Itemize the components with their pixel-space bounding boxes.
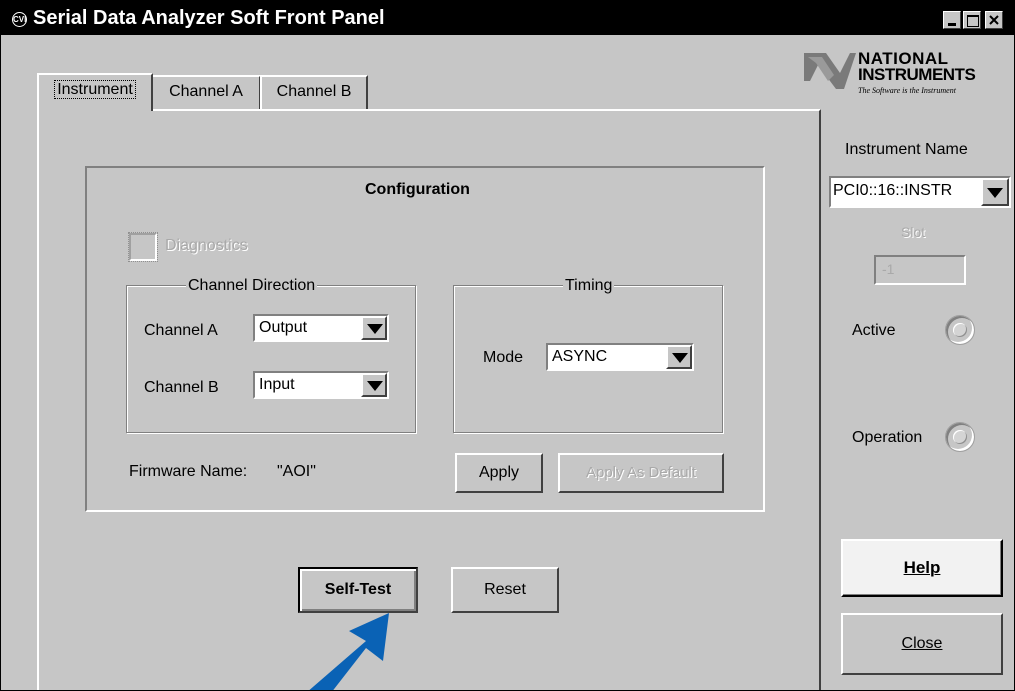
self-test-label: Self-Test [324, 581, 392, 598]
firmware-label: Firmware Name: [129, 463, 248, 480]
instrument-name-select[interactable]: PCI0::16::INSTR [829, 176, 1011, 208]
channel-a-value: Output [259, 319, 308, 336]
maximize-icon [967, 15, 979, 27]
reset-label: Reset [484, 581, 526, 598]
slot-value: -1 [882, 261, 895, 277]
close-label: Close [901, 635, 943, 652]
instrument-name-value: PCI0::16::INSTR [833, 182, 953, 199]
close-button[interactable] [985, 11, 1003, 29]
channel-direction-group [126, 285, 416, 433]
timing-title: Timing [563, 277, 615, 295]
chevron-down-icon [672, 353, 688, 363]
apply-as-default-button[interactable]: Apply As Default [558, 453, 724, 493]
mode-value: ASYNC [552, 348, 608, 365]
minimize-button[interactable] [943, 11, 961, 29]
mode-dropdown-button[interactable] [666, 345, 692, 369]
app-icon: CVI [12, 12, 27, 27]
chevron-down-icon [367, 324, 383, 334]
minimize-icon [948, 23, 956, 26]
chevron-down-icon [987, 188, 1003, 198]
channel-a-label: Channel A [144, 322, 218, 339]
pointer-arrow-icon [309, 613, 389, 690]
tab-instrument-label: Instrument [54, 80, 136, 99]
instrument-name-dropdown-button[interactable] [981, 178, 1009, 206]
operation-label: Operation [852, 429, 923, 446]
reset-button[interactable]: Reset [451, 567, 559, 613]
configuration-title: Configuration [365, 181, 470, 198]
apply-as-default-label: Apply As Default [585, 464, 697, 481]
channel-b-label: Channel B [144, 379, 219, 396]
diagnostics-label: Diagnostics [165, 237, 248, 254]
tab-instrument[interactable]: Instrument [37, 73, 153, 111]
operation-led-indicator [945, 422, 975, 452]
slot-label: Slot [901, 224, 926, 240]
channel-a-select[interactable]: Output [253, 314, 389, 342]
maximize-button[interactable] [963, 11, 981, 29]
active-label: Active [852, 322, 896, 339]
apply-label: Apply [478, 464, 520, 481]
chevron-down-icon [367, 381, 383, 391]
tab-channel-a-label: Channel A [169, 83, 243, 100]
tab-channel-b[interactable]: Channel B [260, 75, 368, 109]
channel-b-value: Input [259, 376, 295, 393]
help-label: Help [903, 558, 941, 577]
close-panel-button[interactable]: Close [841, 613, 1003, 675]
slot-field[interactable]: -1 [874, 255, 966, 285]
national-instruments-logo: NATIONAL INSTRUMENTS The Software is the… [804, 47, 1004, 107]
channel-b-dropdown-button[interactable] [361, 373, 387, 397]
diagnostics-checkbox[interactable] [128, 232, 158, 262]
apply-button[interactable]: Apply [455, 453, 543, 493]
window-title: Serial Data Analyzer Soft Front Panel [33, 7, 385, 29]
mode-select[interactable]: ASYNC [546, 343, 694, 371]
app-window: CVI Serial Data Analyzer Soft Front Pane… [0, 0, 1015, 691]
tab-channel-b-label: Channel B [276, 83, 352, 100]
firmware-value: "AOI" [277, 463, 316, 480]
channel-b-select[interactable]: Input [253, 371, 389, 399]
close-icon [989, 15, 999, 25]
ni-eagle-icon [804, 53, 856, 89]
mode-label: Mode [483, 349, 524, 366]
instrument-name-label: Instrument Name [845, 141, 968, 158]
logo-line2: INSTRUMENTS [858, 65, 976, 84]
logo-tagline: The Software is the Instrument [858, 86, 956, 95]
help-button[interactable]: Help [841, 539, 1003, 597]
channel-a-dropdown-button[interactable] [361, 316, 387, 340]
tab-channel-a[interactable]: Channel A [151, 75, 261, 109]
active-led-indicator [945, 315, 975, 345]
channel-direction-title: Channel Direction [186, 277, 318, 295]
title-bar: CVI Serial Data Analyzer Soft Front Pane… [1, 1, 1014, 35]
